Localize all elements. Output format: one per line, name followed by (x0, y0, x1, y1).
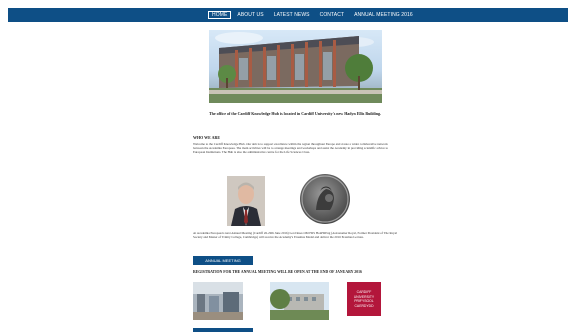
nav-item-annual-meeting-2016[interactable]: ANNUAL MEETING 2016 (350, 11, 417, 19)
logo-line-4: CAERDYDD (354, 303, 374, 308)
speaker-portrait-photo (227, 176, 265, 226)
campus-building-photo (270, 282, 329, 320)
nav-item-home[interactable]: HOME (208, 11, 232, 19)
hero-caption: The office of the Cardiff Knowledge Hub … (208, 111, 381, 116)
nav-item-contact[interactable]: CONTACT (316, 11, 349, 19)
erasmus-medal-image (300, 174, 350, 224)
main-menu: HOME ABOUT US LATEST NEWS CONTACT ANNUAL… (208, 8, 419, 22)
secondary-button-partial[interactable] (193, 328, 253, 332)
top-navigation-bar: HOME ABOUT US LATEST NEWS CONTACT ANNUAL… (8, 8, 568, 22)
annual-meeting-button[interactable]: ANNUAL MEETING (193, 256, 253, 265)
nav-item-latest-news[interactable]: LATEST NEWS (270, 11, 314, 19)
hero-building-image (209, 30, 382, 103)
cardiff-university-logo: CARDIFF UNIVERSITY PRIFYSGOL CAERDYDD (347, 282, 381, 316)
who-we-are-heading: WHO WE ARE (193, 135, 221, 140)
nav-item-about-us[interactable]: ABOUT US (233, 11, 267, 19)
registration-notice: REGISTRATION FOR THE ANNUAL MEETING WILL… (193, 270, 362, 274)
who-we-are-text: Welcome to the Cardiff Knowledge Hub. Ou… (193, 142, 389, 155)
interior-photo (193, 282, 243, 320)
annual-meeting-announcement: At Academia Europaea's next Annual Meeti… (193, 231, 398, 240)
